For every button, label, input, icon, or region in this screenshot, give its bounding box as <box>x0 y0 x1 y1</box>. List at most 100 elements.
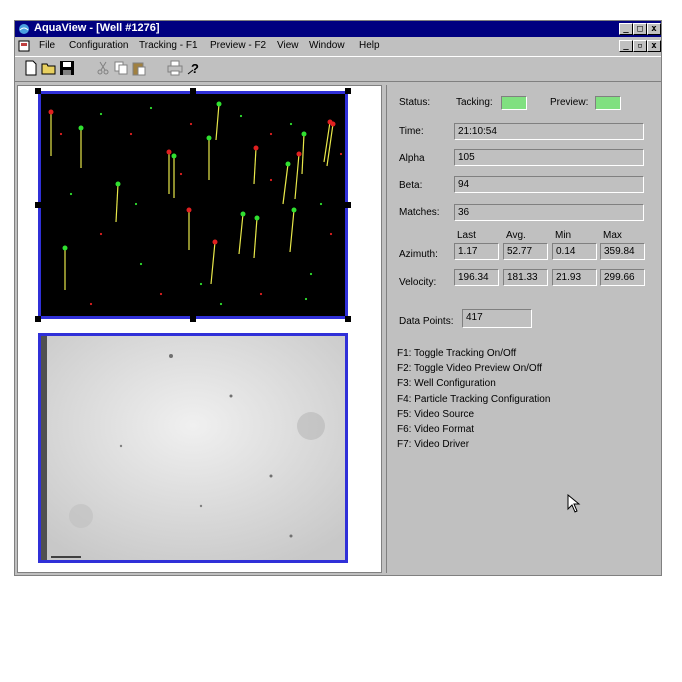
particle <box>149 106 153 110</box>
menu-file[interactable]: File <box>39 40 55 51</box>
particle <box>240 211 246 217</box>
particle <box>319 202 323 206</box>
particle <box>259 292 263 296</box>
particle <box>216 101 222 107</box>
resize-handle[interactable] <box>190 316 196 322</box>
document-icon[interactable] <box>18 40 30 52</box>
maximize-button[interactable]: □ <box>633 23 647 35</box>
particle <box>166 149 172 155</box>
help-icon[interactable]: ? <box>187 60 203 76</box>
resize-handle[interactable] <box>345 316 351 322</box>
minimize-button[interactable]: _ <box>619 23 633 35</box>
window-title: AquaView - [Well #1276] <box>34 22 160 34</box>
stats-header-avg: Avg. <box>506 230 526 241</box>
menu-configuration[interactable]: Configuration <box>69 40 128 51</box>
save-icon[interactable] <box>59 60 75 76</box>
alpha-label: Alpha <box>399 153 425 164</box>
menu-preview[interactable]: Preview - F2 <box>210 40 266 51</box>
video-preview-image[interactable] <box>38 333 348 563</box>
child-restore-button[interactable]: ▫ <box>633 40 647 52</box>
stats-header-min: Min <box>555 230 572 241</box>
particle-track <box>253 147 257 185</box>
particle <box>69 192 73 196</box>
menu-view[interactable]: View <box>277 40 299 51</box>
particle <box>301 131 307 137</box>
beta-value: 94 <box>458 179 470 190</box>
menu-help[interactable]: Help <box>359 40 380 51</box>
new-icon[interactable] <box>23 60 39 76</box>
cut-icon[interactable] <box>95 60 111 76</box>
velocity-last-value: 196.34 <box>458 272 489 283</box>
velocity-max-value: 299.66 <box>604 272 635 283</box>
particle <box>171 153 177 159</box>
matches-value: 36 <box>458 207 470 218</box>
print-icon[interactable] <box>167 60 183 76</box>
time-value: 21:10:54 <box>458 126 497 137</box>
particle <box>189 122 193 126</box>
particle <box>330 121 336 127</box>
velocity-min-value: 21.93 <box>556 272 582 283</box>
particle <box>89 302 93 306</box>
copy-icon[interactable] <box>113 60 129 76</box>
app-icon <box>19 24 29 34</box>
azimuth-last-value: 1.17 <box>458 246 478 257</box>
particle <box>289 122 293 126</box>
tracking-image[interactable] <box>38 91 348 319</box>
velocity-min: 21.93 <box>552 269 597 286</box>
particle <box>78 125 84 131</box>
child-close-button[interactable]: x <box>647 40 661 52</box>
beta-label: Beta: <box>399 180 423 191</box>
tracking-indicator <box>501 96 527 110</box>
video-pane <box>17 85 382 573</box>
toolbar: ? <box>15 56 661 82</box>
preview-indicator-label: Preview: <box>550 97 589 108</box>
alpha-value: 105 <box>458 152 475 163</box>
velocity-avg-value: 181.33 <box>507 272 538 283</box>
resize-handle[interactable] <box>345 88 351 94</box>
azimuth-min: 0.14 <box>552 243 597 260</box>
azimuth-max: 359.84 <box>600 243 645 260</box>
resize-handle[interactable] <box>190 88 196 94</box>
close-button[interactable]: x <box>647 23 661 35</box>
azimuth-label: Azimuth: <box>399 249 438 260</box>
particle <box>62 245 68 251</box>
particle <box>269 132 273 136</box>
preview-frame <box>41 336 345 560</box>
particle-track <box>215 103 220 141</box>
menu-tracking[interactable]: Tracking - F1 <box>139 40 198 51</box>
resize-handle[interactable] <box>35 88 41 94</box>
resize-handle[interactable] <box>35 316 41 322</box>
menu-window[interactable]: Window <box>309 40 345 51</box>
time-label: Time: <box>399 126 424 137</box>
azimuth-last: 1.17 <box>454 243 499 260</box>
azimuth-min-value: 0.14 <box>556 246 576 257</box>
particle <box>239 114 243 118</box>
particle <box>179 172 183 176</box>
help-line: F1: Toggle Tracking On/Off <box>397 348 517 359</box>
particle <box>99 232 103 236</box>
paste-icon[interactable] <box>131 60 147 76</box>
particle-track <box>253 217 258 259</box>
resize-handle[interactable] <box>35 202 41 208</box>
tracking-indicator-label: Tacking: <box>456 97 493 108</box>
alpha-field: 105 <box>454 149 644 166</box>
particle <box>48 109 54 115</box>
particle <box>329 232 333 236</box>
title-bar[interactable]: AquaView - [Well #1276] _ □ x <box>15 21 661 37</box>
particle-track <box>301 133 305 175</box>
resize-handle[interactable] <box>345 202 351 208</box>
open-icon[interactable] <box>41 60 57 76</box>
particle <box>199 282 203 286</box>
particle-track <box>289 209 295 253</box>
particle <box>309 272 313 276</box>
stats-header-last: Last <box>457 230 476 241</box>
matches-label: Matches: <box>399 207 440 218</box>
beta-field: 94 <box>454 176 644 193</box>
particle <box>269 178 273 182</box>
child-minimize-button[interactable]: _ <box>619 40 633 52</box>
velocity-last: 196.34 <box>454 269 499 286</box>
particle-track <box>115 183 119 223</box>
help-line: F5: Video Source <box>397 409 475 420</box>
particle <box>253 145 259 151</box>
velocity-max: 299.66 <box>600 269 645 286</box>
